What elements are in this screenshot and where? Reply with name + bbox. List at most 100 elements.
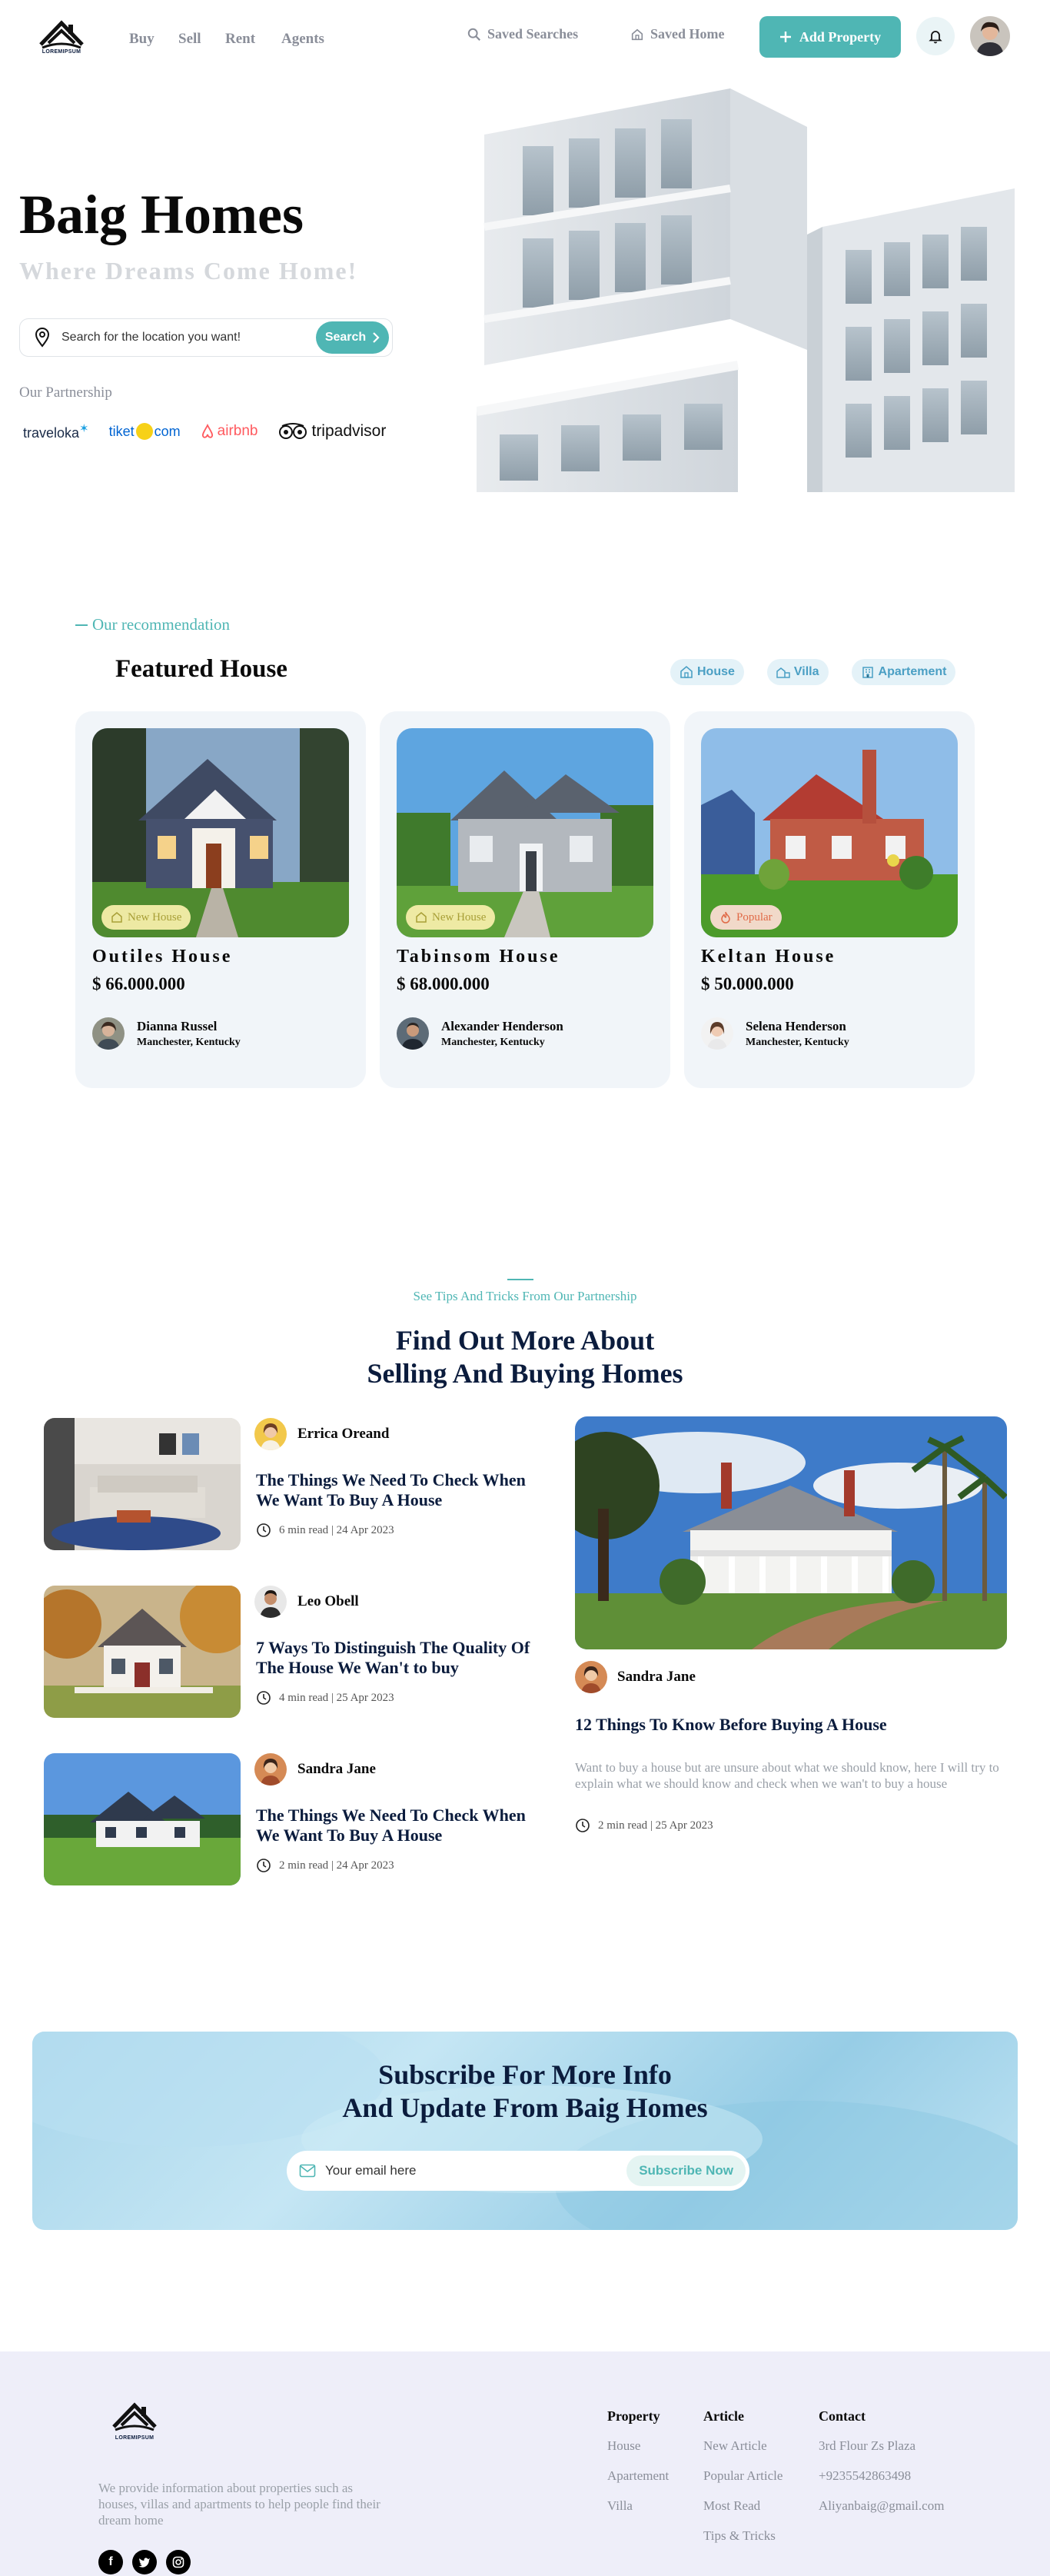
- subscribe-form: Your email here Subscribe Now: [287, 2151, 749, 2191]
- featured-article-title[interactable]: 12 Things To Know Before Buying A House: [575, 1715, 887, 1735]
- recommendation-eyebrow: Our recommendation: [75, 615, 230, 634]
- airbnb-logo: airbnb: [201, 423, 258, 440]
- house-card-image: New House: [397, 728, 653, 937]
- house-card[interactable]: New House Tabinsom House $ 68.000.000 Al…: [380, 711, 670, 1088]
- article-author: Errica Oreand: [297, 1426, 390, 1442]
- agent-name: Alexander Henderson: [441, 1018, 563, 1033]
- facebook-icon[interactable]: f: [98, 2550, 123, 2574]
- subscribe-title-line1: Subscribe For More Info: [378, 2059, 672, 2090]
- popular-badge: Popular: [710, 905, 782, 930]
- nav-agents[interactable]: Agents: [281, 31, 324, 48]
- article-author: Leo Obell: [297, 1593, 359, 1609]
- featured-title: Featured House: [115, 655, 287, 683]
- location-search-input[interactable]: Search for the location you want!: [61, 331, 316, 344]
- traveloka-logo: traveloka✶: [23, 422, 89, 441]
- footer-link[interactable]: House: [607, 2438, 669, 2454]
- footer-link[interactable]: Tips & Tricks: [703, 2528, 783, 2544]
- agent-location: Manchester, Kentucky: [441, 1036, 545, 1048]
- footer-link[interactable]: New Article: [703, 2438, 783, 2454]
- plus-icon: [779, 32, 791, 42]
- instagram-icon[interactable]: [166, 2550, 191, 2574]
- owl-icon: [279, 423, 307, 439]
- nav-sell[interactable]: Sell: [178, 31, 201, 48]
- featured-article-meta-text: 2 min read | 25 Apr 2023: [598, 1819, 713, 1832]
- tripadvisor-logo-text: tripadvisor: [311, 422, 387, 440]
- chip-apartement[interactable]: Apartement: [851, 659, 956, 685]
- nav-rent[interactable]: Rent: [225, 31, 255, 48]
- featured-article-image[interactable]: [575, 1416, 1007, 1649]
- saved-searches-link[interactable]: Saved Searches: [467, 26, 578, 42]
- search-button[interactable]: Search: [316, 321, 389, 354]
- footer-link[interactable]: Popular Article: [703, 2468, 783, 2484]
- villa-icon: [776, 667, 790, 678]
- search-button-label: Search: [324, 331, 367, 344]
- new-house-badge: New House: [406, 905, 496, 930]
- house-card[interactable]: Popular Keltan House $ 50.000.000 Selena…: [684, 711, 975, 1088]
- twitter-icon[interactable]: [132, 2550, 157, 2574]
- footer-link[interactable]: Apartement: [607, 2468, 669, 2484]
- chip-villa[interactable]: Villa: [766, 659, 829, 685]
- house-name: Tabinsom House: [397, 947, 560, 967]
- traveloka-logo-text: traveloka: [23, 425, 80, 441]
- article-meta: 6 min read | 24 Apr 2023: [256, 1523, 394, 1538]
- footer-description: We provide information about properties …: [98, 2481, 380, 2528]
- featured-article-meta: 2 min read | 25 Apr 2023: [575, 1818, 713, 1833]
- article-meta-text: 2 min read | 24 Apr 2023: [279, 1859, 394, 1872]
- brand-logo[interactable]: LOREMIPSUM: [35, 17, 88, 58]
- agent-avatar: [397, 1017, 429, 1050]
- user-avatar[interactable]: [970, 16, 1010, 56]
- nav-buy[interactable]: Buy: [129, 31, 155, 48]
- house-badge-icon: [416, 912, 427, 923]
- article-item[interactable]: Leo Obell 7 Ways To Distinguish The Qual…: [44, 1586, 536, 1718]
- article-title[interactable]: The Things We Need To Check When We Want…: [256, 1470, 540, 1510]
- chip-house[interactable]: House: [670, 659, 744, 685]
- footer-logo[interactable]: LOREMIPSUM: [108, 2399, 161, 2441]
- article-meta: 2 min read | 24 Apr 2023: [256, 1858, 394, 1873]
- location-search: Search for the location you want! Search: [19, 318, 393, 357]
- footer-link[interactable]: Villa: [607, 2498, 669, 2514]
- property-type-filters: House Villa Apartement: [670, 659, 956, 685]
- hero-building-image: [475, 73, 1030, 492]
- clock-icon: [257, 1859, 271, 1872]
- article-thumbnail: [44, 1753, 241, 1885]
- clock-icon: [576, 1819, 590, 1832]
- featured-article-description: Want to buy a house but are unsure about…: [575, 1760, 999, 1791]
- recommendation-eyebrow-text: Our recommendation: [92, 615, 231, 634]
- article-item[interactable]: Sandra Jane The Things We Need To Check …: [44, 1753, 536, 1885]
- badge-label: Popular: [736, 910, 773, 924]
- home-icon: [631, 28, 643, 40]
- search-icon: [467, 28, 480, 41]
- article-item[interactable]: Errica Oreand The Things We Need To Chec…: [44, 1418, 536, 1550]
- house-badge-icon: [111, 912, 122, 923]
- tripadvisor-logo: tripadvisor: [277, 422, 386, 441]
- subscribe-button[interactable]: Subscribe Now: [626, 2155, 746, 2186]
- article-title[interactable]: The Things We Need To Check When We Want…: [256, 1806, 540, 1845]
- saved-searches-label: Saved Searches: [487, 26, 579, 42]
- agent-location: Manchester, Kentucky: [137, 1036, 241, 1048]
- agent-info: Dianna Russel Manchester, Kentucky: [92, 1017, 349, 1050]
- email-input[interactable]: Your email here: [325, 2163, 626, 2178]
- logo-text: LOREMIPSUM: [42, 49, 81, 55]
- badge-label: New House: [432, 910, 487, 924]
- article-author: Sandra Jane: [297, 1761, 376, 1777]
- add-property-button[interactable]: Add Property: [759, 16, 901, 58]
- article-title[interactable]: 7 Ways To Distinguish The Quality Of The…: [256, 1638, 540, 1678]
- chip-apartement-label: Apartement: [878, 665, 947, 678]
- bell-icon: [929, 31, 942, 44]
- house-name: Outiles House: [92, 947, 233, 967]
- tips-eyebrow: See Tips And Tricks From Our Partnership: [413, 1289, 637, 1303]
- agent-name: Selena Henderson: [746, 1018, 846, 1033]
- hero-subtitle: Where Dreams Come Home!: [19, 257, 358, 285]
- footer-column-article: Article New Article Popular Article Most…: [703, 2408, 783, 2558]
- footer-link[interactable]: Most Read: [703, 2498, 783, 2514]
- agent-name: Dianna Russel: [137, 1018, 218, 1033]
- house-card-image: Popular: [701, 728, 958, 937]
- saved-home-link[interactable]: Saved Home: [630, 26, 725, 42]
- tiket-logo-suffix: com: [154, 423, 181, 439]
- house-logo-icon: [112, 2402, 157, 2431]
- notifications-button[interactable]: [916, 17, 955, 55]
- house-card[interactable]: New House Outiles House $ 66.000.000 Dia…: [75, 711, 366, 1088]
- footer-contact-phone[interactable]: +9235542863498: [819, 2468, 944, 2484]
- footer-contact-email[interactable]: Aliyanbaig@gmail.com: [819, 2498, 944, 2514]
- agent-location: Manchester, Kentucky: [746, 1036, 849, 1048]
